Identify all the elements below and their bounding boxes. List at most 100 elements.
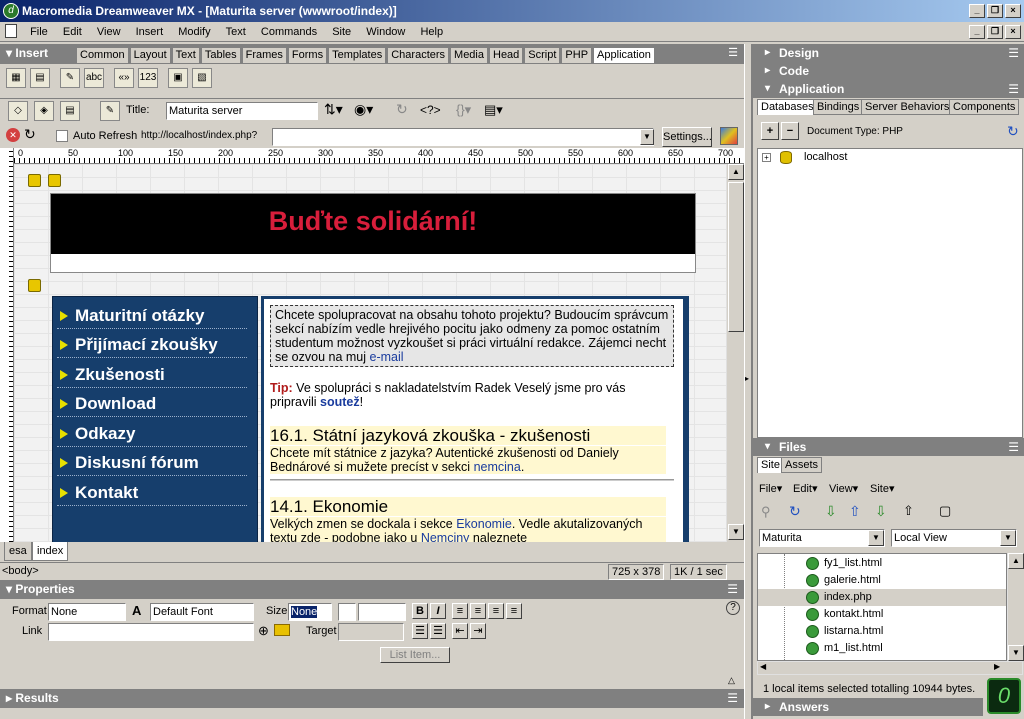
file-row[interactable]: kontakt.html (804, 606, 883, 623)
nav-item-zkusenosti[interactable]: Zkušenosti (57, 362, 247, 388)
insert-record-icon[interactable]: ▧ (192, 68, 212, 88)
split-view-icon[interactable]: ◈ (34, 101, 54, 121)
file-list-hscrollbar[interactable]: ◀ ▶ (757, 661, 1023, 675)
site-dropdown-arrow[interactable]: ▼ (868, 530, 884, 546)
reference-icon[interactable]: <?> (420, 103, 441, 117)
application-panel-header[interactable]: ▾ Application ☰ (753, 80, 1024, 98)
file-management-icon[interactable]: ⇅▾ (324, 101, 343, 118)
title-input[interactable]: Maturita server (166, 102, 318, 120)
nav-item-download[interactable]: Download (57, 391, 247, 417)
news1-link[interactable]: nemcina (474, 460, 521, 474)
menu-help[interactable]: Help (414, 22, 449, 42)
folder-icon[interactable] (274, 624, 290, 636)
dynamic-text-icon[interactable]: abc (84, 68, 104, 88)
size-select[interactable]: None (288, 603, 332, 621)
align-right-icon[interactable]: ≡ (488, 603, 504, 619)
tab-head[interactable]: Head (489, 47, 524, 63)
properties-options-icon[interactable]: ☰ (727, 580, 738, 599)
tab-php[interactable]: PHP (561, 47, 593, 63)
design-canvas[interactable]: Buďte solidární! Maturitní otázky Přijím… (14, 164, 726, 542)
files-panel-header[interactable]: ▾ Files ☰ (753, 438, 1024, 456)
nav-item-kontakt[interactable]: Kontakt (57, 480, 247, 506)
nav-item-odkazy[interactable]: Odkazy (57, 421, 247, 447)
nav-item-maturitni-otazky[interactable]: Maturitní otázky (57, 303, 247, 329)
code-navigation-icon[interactable]: {}▾ (456, 102, 471, 118)
outdent-icon[interactable]: ⇤ (452, 623, 468, 639)
file-list-scrollbar[interactable]: ▲ ▼ (1007, 553, 1024, 661)
view-options-icon[interactable]: ▤▾ (484, 102, 503, 118)
news2-link-german[interactable]: Nemciny (421, 531, 470, 542)
php-code-marker-icon[interactable] (48, 174, 61, 187)
db-localhost[interactable]: localhost (804, 151, 847, 163)
options-icon[interactable]: ☰ (1008, 438, 1019, 456)
ordered-list-icon[interactable]: ☰ (430, 623, 446, 639)
tab-index[interactable]: index (32, 542, 69, 561)
tab-common[interactable]: Common (76, 47, 129, 63)
answers-panel-header[interactable]: ▸ Answers (753, 698, 983, 716)
file-row-selected[interactable]: index.php (758, 589, 1006, 606)
help-icon[interactable]: ? (726, 601, 740, 615)
minimize-button[interactable]: _ (969, 4, 985, 18)
check-out-icon[interactable]: ⇩ (875, 503, 887, 520)
insert-panel-title[interactable]: ▾ Insert (6, 44, 48, 63)
tab-esa[interactable]: esa (4, 542, 32, 561)
news2-link-economy[interactable]: Ekonomie (456, 517, 512, 531)
contest-link[interactable]: soutež (320, 395, 360, 409)
files-menu-file[interactable]: File▾ (759, 482, 782, 495)
color-swatch[interactable] (338, 603, 356, 621)
collapse-icon[interactable]: △ (728, 675, 735, 686)
file-row[interactable]: fy1_list.html (804, 555, 882, 572)
align-center-icon[interactable]: ≡ (470, 603, 486, 619)
color-input[interactable] (358, 603, 406, 621)
tab-bindings[interactable]: Bindings (813, 99, 864, 115)
justify-icon[interactable]: ≡ (506, 603, 522, 619)
doc-restore-button[interactable]: ❐ (987, 25, 1003, 39)
target-select[interactable] (338, 623, 404, 641)
document-icon[interactable] (5, 24, 17, 38)
restore-button[interactable]: ❐ (987, 4, 1003, 18)
files-menu-view[interactable]: View▾ (829, 482, 858, 495)
code-panel-header[interactable]: ▸ Code (753, 62, 1024, 80)
design-panel-header[interactable]: ▸ Design ☰ (753, 44, 1024, 62)
menu-text[interactable]: Text (220, 22, 252, 42)
menu-insert[interactable]: Insert (130, 22, 170, 42)
menu-view[interactable]: View (91, 22, 127, 42)
menu-modify[interactable]: Modify (172, 22, 216, 42)
italic-button[interactable]: I (430, 603, 446, 619)
options-icon[interactable]: ☰ (1008, 80, 1019, 98)
format-select[interactable]: None (48, 603, 126, 621)
files-menu-site[interactable]: Site▾ (870, 482, 895, 495)
indent-icon[interactable]: ⇥ (470, 623, 486, 639)
tab-components[interactable]: Components (949, 99, 1020, 115)
tab-text[interactable]: Text (171, 47, 200, 63)
scroll-down-button[interactable]: ▼ (1008, 645, 1024, 661)
get-files-icon[interactable]: ⇩ (825, 503, 837, 520)
font-select[interactable]: Default Font (150, 603, 254, 621)
tab-server-behaviors[interactable]: Server Behaviors (861, 99, 954, 115)
tab-site[interactable]: Site (757, 457, 784, 473)
tab-script[interactable]: Script (524, 47, 561, 63)
preview-browser-icon[interactable]: ◉▾ (354, 101, 373, 118)
results-header[interactable]: ▸ Results ☰ (0, 689, 744, 708)
file-row[interactable]: listarna.html (804, 623, 883, 640)
put-files-icon[interactable]: ⇧ (849, 503, 861, 520)
view-dropdown-arrow[interactable]: ▼ (1000, 530, 1016, 546)
scroll-up-button[interactable]: ▲ (1008, 553, 1024, 569)
refresh-icon[interactable]: ↻ (24, 126, 36, 143)
list-item-button[interactable]: List Item... (380, 647, 450, 663)
connect-icon[interactable]: ⚲ (761, 504, 771, 520)
settings-button[interactable]: Settings... (662, 127, 712, 147)
tab-layout[interactable]: Layout (129, 47, 171, 63)
code-view-icon[interactable]: ◇ (8, 101, 28, 121)
bold-button[interactable]: B (412, 603, 428, 619)
tab-media[interactable]: Media (450, 47, 488, 63)
canvas-scrollbar[interactable]: ▲ ▼ (726, 164, 744, 542)
master-detail-icon[interactable]: ▣ (168, 68, 188, 88)
tab-application[interactable]: Application (593, 47, 655, 63)
tab-tables[interactable]: Tables (200, 47, 241, 63)
menu-edit[interactable]: Edit (57, 22, 88, 42)
menu-commands[interactable]: Commands (255, 22, 323, 42)
panel-splitter[interactable]: ▸ (744, 44, 752, 719)
scroll-left-button[interactable]: ◀ (760, 662, 766, 671)
splitter-arrow-icon[interactable]: ▸ (745, 374, 749, 383)
